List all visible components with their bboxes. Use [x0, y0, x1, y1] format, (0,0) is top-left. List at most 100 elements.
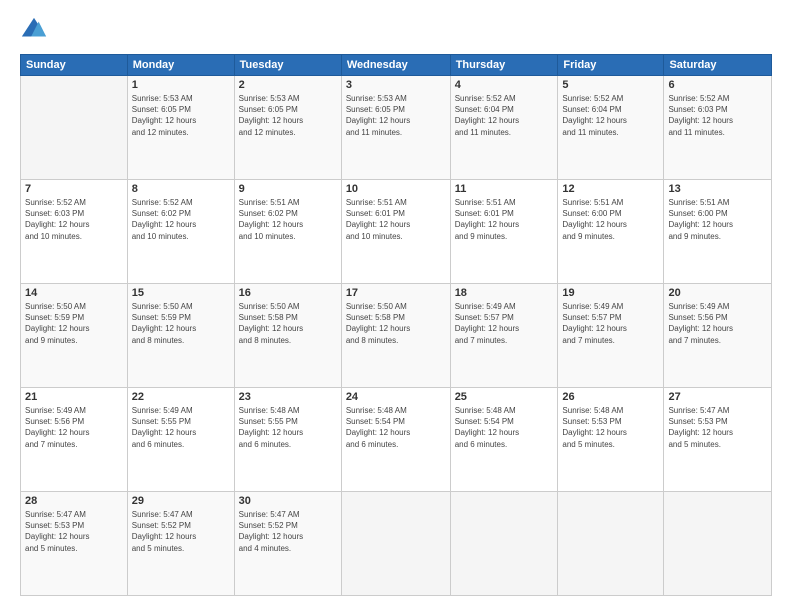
day-info: Sunrise: 5:53 AM Sunset: 6:05 PM Dayligh…: [239, 93, 337, 138]
calendar-cell: [664, 492, 772, 596]
weekday-header-thursday: Thursday: [450, 55, 558, 76]
week-row-5: 28 Sunrise: 5:47 AM Sunset: 5:53 PM Dayli…: [21, 492, 772, 596]
logo: [20, 16, 52, 44]
day-number: 24: [346, 391, 446, 403]
day-number: 22: [132, 391, 230, 403]
calendar-cell: 17Sunrise: 5:50 AM Sunset: 5:58 PM Dayli…: [341, 284, 450, 388]
day-info: Sunrise: 5:51 AM Sunset: 6:00 PM Dayligh…: [562, 197, 659, 242]
day-number: 27: [668, 391, 767, 403]
calendar-cell: 26 Sunrise: 5:48 AM Sunset: 5:53 PM Dayli…: [558, 388, 664, 492]
calendar-cell: 23Sunrise: 5:48 AM Sunset: 5:55 PM Dayli…: [234, 388, 341, 492]
logo-icon: [20, 16, 48, 44]
day-number: 21: [25, 391, 123, 403]
calendar-cell: 1Sunrise: 5:53 AM Sunset: 6:05 PM Daylig…: [127, 76, 234, 180]
day-number: 29: [132, 495, 230, 507]
day-number: 15: [132, 287, 230, 299]
calendar-cell: 11 Sunrise: 5:51 AM Sunset: 6:01 PM Dayli…: [450, 180, 558, 284]
day-info: Sunrise: 5:52 AM Sunset: 6:04 PM Dayligh…: [455, 93, 554, 138]
day-number: 26: [562, 391, 659, 403]
day-info: Sunrise: 5:53 AM Sunset: 6:05 PM Dayligh…: [132, 93, 230, 138]
day-info: Sunrise: 5:49 AM Sunset: 5:55 PM Dayligh…: [132, 405, 230, 450]
day-number: 14: [25, 287, 123, 299]
day-number: 30: [239, 495, 337, 507]
calendar-cell: 15 Sunrise: 5:50 AM Sunset: 5:59 PM Dayli…: [127, 284, 234, 388]
day-info: Sunrise: 5:51 AM Sunset: 6:01 PM Dayligh…: [346, 197, 446, 242]
calendar-cell: 22 Sunrise: 5:49 AM Sunset: 5:55 PM Dayli…: [127, 388, 234, 492]
week-row-2: 7Sunrise: 5:52 AM Sunset: 6:03 PM Daylig…: [21, 180, 772, 284]
calendar-cell: 2 Sunrise: 5:53 AM Sunset: 6:05 PM Daylig…: [234, 76, 341, 180]
day-info: Sunrise: 5:53 AM Sunset: 6:05 PM Dayligh…: [346, 93, 446, 138]
week-row-4: 21 Sunrise: 5:49 AM Sunset: 5:56 PM Dayli…: [21, 388, 772, 492]
calendar-body: 1Sunrise: 5:53 AM Sunset: 6:05 PM Daylig…: [21, 76, 772, 596]
day-info: Sunrise: 5:49 AM Sunset: 5:57 PM Dayligh…: [455, 301, 554, 346]
calendar-cell: 21 Sunrise: 5:49 AM Sunset: 5:56 PM Dayli…: [21, 388, 128, 492]
calendar-cell: 12 Sunrise: 5:51 AM Sunset: 6:00 PM Dayli…: [558, 180, 664, 284]
day-info: Sunrise: 5:52 AM Sunset: 6:04 PM Dayligh…: [562, 93, 659, 138]
day-info: Sunrise: 5:48 AM Sunset: 5:54 PM Dayligh…: [455, 405, 554, 450]
calendar-cell: 5 Sunrise: 5:52 AM Sunset: 6:04 PM Daylig…: [558, 76, 664, 180]
day-number: 8: [132, 183, 230, 195]
day-number: 4: [455, 79, 554, 91]
day-info: Sunrise: 5:47 AM Sunset: 5:53 PM Dayligh…: [25, 509, 123, 554]
calendar-cell: 19 Sunrise: 5:49 AM Sunset: 5:57 PM Dayli…: [558, 284, 664, 388]
calendar-cell: 27Sunrise: 5:47 AM Sunset: 5:53 PM Dayli…: [664, 388, 772, 492]
day-info: Sunrise: 5:49 AM Sunset: 5:56 PM Dayligh…: [668, 301, 767, 346]
weekday-header-tuesday: Tuesday: [234, 55, 341, 76]
day-info: Sunrise: 5:51 AM Sunset: 6:02 PM Dayligh…: [239, 197, 337, 242]
weekday-header-monday: Monday: [127, 55, 234, 76]
day-number: 12: [562, 183, 659, 195]
calendar-cell: 9 Sunrise: 5:51 AM Sunset: 6:02 PM Daylig…: [234, 180, 341, 284]
day-number: 25: [455, 391, 554, 403]
calendar-cell: [558, 492, 664, 596]
day-info: Sunrise: 5:49 AM Sunset: 5:57 PM Dayligh…: [562, 301, 659, 346]
calendar-cell: 28 Sunrise: 5:47 AM Sunset: 5:53 PM Dayli…: [21, 492, 128, 596]
page: SundayMondayTuesdayWednesdayThursdayFrid…: [0, 0, 792, 612]
calendar-cell: 25 Sunrise: 5:48 AM Sunset: 5:54 PM Dayli…: [450, 388, 558, 492]
calendar-cell: 4 Sunrise: 5:52 AM Sunset: 6:04 PM Daylig…: [450, 76, 558, 180]
day-info: Sunrise: 5:47 AM Sunset: 5:52 PM Dayligh…: [132, 509, 230, 554]
calendar-cell: 13 Sunrise: 5:51 AM Sunset: 6:00 PM Dayli…: [664, 180, 772, 284]
day-info: Sunrise: 5:47 AM Sunset: 5:52 PM Dayligh…: [239, 509, 337, 554]
calendar-cell: 24Sunrise: 5:48 AM Sunset: 5:54 PM Dayli…: [341, 388, 450, 492]
day-number: 16: [239, 287, 337, 299]
day-number: 11: [455, 183, 554, 195]
weekday-header-wednesday: Wednesday: [341, 55, 450, 76]
day-info: Sunrise: 5:50 AM Sunset: 5:59 PM Dayligh…: [132, 301, 230, 346]
calendar-cell: 14 Sunrise: 5:50 AM Sunset: 5:59 PM Dayli…: [21, 284, 128, 388]
day-info: Sunrise: 5:52 AM Sunset: 6:02 PM Dayligh…: [132, 197, 230, 242]
day-number: 7: [25, 183, 123, 195]
calendar-cell: 18Sunrise: 5:49 AM Sunset: 5:57 PM Dayli…: [450, 284, 558, 388]
calendar-header: SundayMondayTuesdayWednesdayThursdayFrid…: [21, 55, 772, 76]
day-info: Sunrise: 5:50 AM Sunset: 5:59 PM Dayligh…: [25, 301, 123, 346]
day-number: 2: [239, 79, 337, 91]
weekday-header-friday: Friday: [558, 55, 664, 76]
calendar-cell: 7Sunrise: 5:52 AM Sunset: 6:03 PM Daylig…: [21, 180, 128, 284]
day-number: 19: [562, 287, 659, 299]
weekday-header-saturday: Saturday: [664, 55, 772, 76]
day-info: Sunrise: 5:48 AM Sunset: 5:53 PM Dayligh…: [562, 405, 659, 450]
day-info: Sunrise: 5:52 AM Sunset: 6:03 PM Dayligh…: [668, 93, 767, 138]
calendar-cell: 30 Sunrise: 5:47 AM Sunset: 5:52 PM Dayli…: [234, 492, 341, 596]
calendar-cell: [21, 76, 128, 180]
day-number: 20: [668, 287, 767, 299]
calendar-cell: [341, 492, 450, 596]
calendar-cell: 3Sunrise: 5:53 AM Sunset: 6:05 PM Daylig…: [341, 76, 450, 180]
week-row-3: 14 Sunrise: 5:50 AM Sunset: 5:59 PM Dayli…: [21, 284, 772, 388]
day-number: 9: [239, 183, 337, 195]
day-number: 28: [25, 495, 123, 507]
day-info: Sunrise: 5:48 AM Sunset: 5:55 PM Dayligh…: [239, 405, 337, 450]
day-info: Sunrise: 5:51 AM Sunset: 6:01 PM Dayligh…: [455, 197, 554, 242]
calendar-cell: 8 Sunrise: 5:52 AM Sunset: 6:02 PM Daylig…: [127, 180, 234, 284]
calendar-cell: [450, 492, 558, 596]
day-number: 13: [668, 183, 767, 195]
calendar-cell: 10 Sunrise: 5:51 AM Sunset: 6:01 PM Dayli…: [341, 180, 450, 284]
day-info: Sunrise: 5:50 AM Sunset: 5:58 PM Dayligh…: [239, 301, 337, 346]
day-number: 10: [346, 183, 446, 195]
calendar: SundayMondayTuesdayWednesdayThursdayFrid…: [20, 54, 772, 596]
day-info: Sunrise: 5:50 AM Sunset: 5:58 PM Dayligh…: [346, 301, 446, 346]
day-number: 5: [562, 79, 659, 91]
week-row-1: 1Sunrise: 5:53 AM Sunset: 6:05 PM Daylig…: [21, 76, 772, 180]
day-info: Sunrise: 5:49 AM Sunset: 5:56 PM Dayligh…: [25, 405, 123, 450]
day-info: Sunrise: 5:51 AM Sunset: 6:00 PM Dayligh…: [668, 197, 767, 242]
calendar-cell: 29 Sunrise: 5:47 AM Sunset: 5:52 PM Dayli…: [127, 492, 234, 596]
